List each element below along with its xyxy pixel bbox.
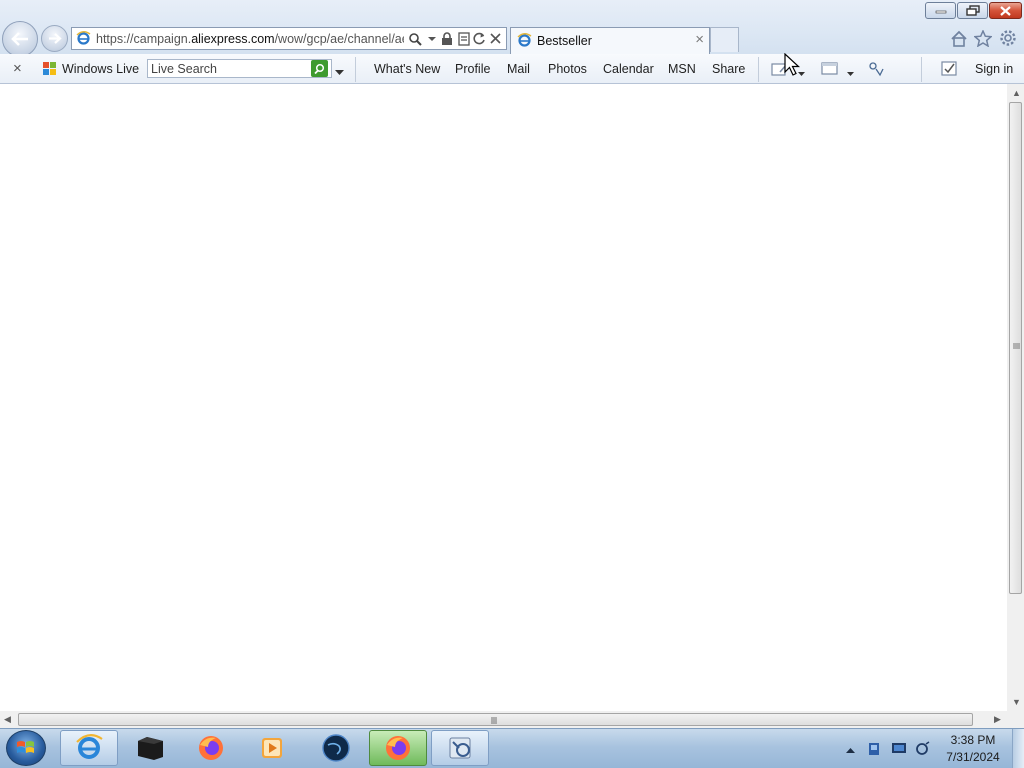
lock-icon[interactable]: [439, 31, 454, 46]
taskbar-firefox[interactable]: [182, 730, 240, 766]
search-options-dropdown-icon[interactable]: [335, 65, 344, 79]
scroll-left-icon[interactable]: ◀: [4, 714, 11, 725]
restore-button[interactable]: [957, 2, 988, 19]
search-icon[interactable]: [407, 31, 422, 46]
network-tray-icon[interactable]: [867, 741, 882, 756]
link-calendar[interactable]: Calendar: [603, 62, 654, 76]
windows-logo-icon: [42, 61, 58, 79]
link-msn[interactable]: MSN: [668, 62, 696, 76]
ie-page-icon: [76, 31, 91, 46]
clock-time[interactable]: 3:38 PM: [942, 733, 1004, 747]
tab-close-icon[interactable]: ×: [695, 31, 704, 48]
terminal-icon: [138, 737, 163, 760]
stop-icon[interactable]: [488, 31, 503, 46]
back-arrow-icon: [11, 32, 28, 46]
monitor-tray-icon[interactable]: [891, 741, 906, 756]
clock-date[interactable]: 7/31/2024: [942, 750, 1004, 764]
link-whats-new[interactable]: What's New: [374, 62, 440, 76]
windows-logo-icon: [17, 741, 34, 753]
toolbar-separator: [355, 57, 356, 82]
forward-arrow-icon: [48, 33, 62, 44]
back-button[interactable]: [2, 21, 38, 57]
refresh-icon[interactable]: [472, 31, 487, 46]
minimize-button[interactable]: [925, 2, 956, 19]
minimize-icon: [935, 10, 946, 13]
sign-in-link[interactable]: Sign in: [975, 62, 1013, 76]
checklist-icon[interactable]: [941, 61, 957, 79]
firefox-icon: [199, 736, 223, 760]
network-tool-icon: [449, 737, 471, 759]
tab-bestseller[interactable]: Bestseller ×: [510, 27, 710, 54]
toolbar-close-icon[interactable]: ×: [13, 60, 22, 77]
live-search-button[interactable]: [311, 60, 328, 77]
scroll-right-icon[interactable]: ▶: [994, 714, 1001, 725]
scroll-down-icon[interactable]: ▼: [1012, 697, 1021, 707]
mouse-cursor-icon: [784, 52, 802, 81]
restore-icon: [965, 5, 980, 16]
vertical-scroll-thumb[interactable]: [1009, 102, 1022, 594]
start-button[interactable]: [6, 730, 46, 766]
toolbar-separator: [921, 57, 922, 82]
taskbar-terminal[interactable]: [121, 730, 179, 766]
new-tab-button[interactable]: [710, 27, 739, 52]
dropdown-icon[interactable]: [424, 31, 439, 46]
link-photos[interactable]: Photos: [548, 62, 587, 76]
window-dropdown-icon[interactable]: [847, 66, 854, 80]
translate-icon[interactable]: [867, 60, 885, 80]
toolbar-separator: [758, 57, 759, 82]
windows-live-link[interactable]: Windows Live: [62, 62, 139, 76]
forward-button[interactable]: [41, 25, 68, 52]
taskbar-network-tool[interactable]: [431, 730, 489, 766]
media-player-icon: [262, 738, 282, 758]
search-icon: [314, 63, 325, 74]
firefox-icon: [386, 736, 410, 760]
globe-icon: [322, 734, 350, 762]
scroll-corner: [1007, 711, 1024, 728]
show-desktop-button[interactable]: [1012, 729, 1024, 768]
grip-icon: [1013, 343, 1020, 349]
internet-explorer-icon: [76, 734, 103, 759]
favorites-star-icon[interactable]: [973, 28, 993, 48]
tab-title: Bestseller: [537, 34, 592, 48]
grip-icon: [491, 717, 497, 724]
tools-gear-icon[interactable]: [998, 28, 1018, 48]
live-search-placeholder: Live Search: [151, 62, 218, 76]
compatibility-icon[interactable]: [456, 31, 471, 46]
show-hidden-icons-icon[interactable]: [846, 743, 855, 757]
url-text[interactable]: https://campaign.aliexpress.com/wow/gcp/…: [96, 32, 404, 46]
home-icon[interactable]: [949, 28, 969, 48]
live-search-input[interactable]: Live Search: [147, 59, 332, 78]
taskbar-firefox-active[interactable]: [369, 730, 427, 766]
volume-tray-icon[interactable]: [915, 741, 930, 756]
link-share[interactable]: Share: [712, 62, 745, 76]
address-bar[interactable]: https://campaign.aliexpress.com/wow/gcp/…: [71, 27, 507, 50]
link-mail[interactable]: Mail: [507, 62, 530, 76]
taskbar-internet-explorer[interactable]: [60, 730, 118, 766]
horizontal-scroll-thumb[interactable]: [18, 713, 973, 726]
window-icon[interactable]: [821, 62, 838, 78]
page-content[interactable]: [0, 84, 1007, 711]
link-profile[interactable]: Profile: [455, 62, 490, 76]
ie-page-icon: [517, 33, 532, 51]
taskbar-media-player[interactable]: [243, 730, 301, 766]
close-button[interactable]: [989, 2, 1022, 19]
close-icon: [1000, 5, 1011, 16]
taskbar-globe-app[interactable]: [307, 730, 365, 766]
scroll-up-icon[interactable]: ▲: [1012, 88, 1021, 98]
